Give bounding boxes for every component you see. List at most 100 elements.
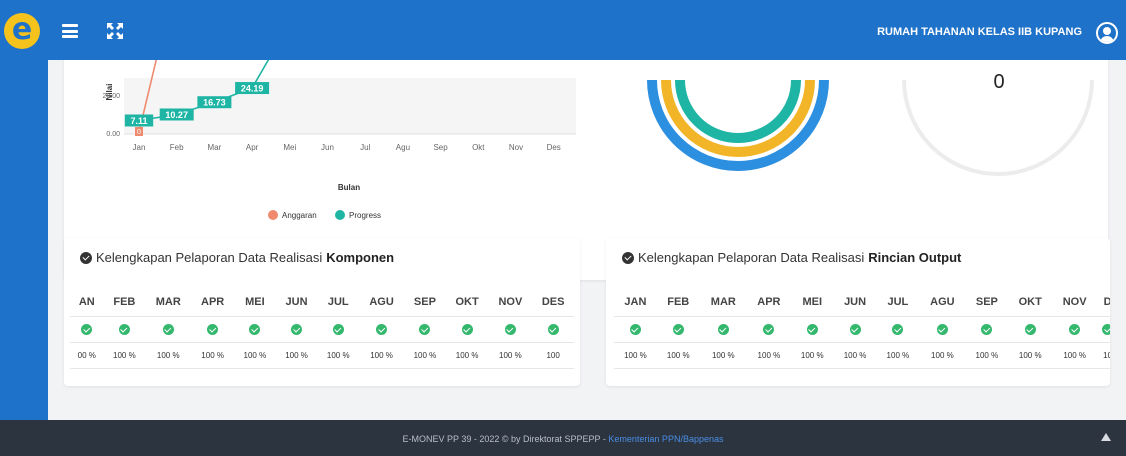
month-header: JUN (275, 288, 318, 317)
month-status-cell (317, 316, 360, 343)
main-content: Nilai 20.00 0.00 Jan Feb Mar Apr Mei Jun Jul Ag… (48, 60, 1126, 420)
month-percent-cell: 100 % (746, 342, 791, 369)
x-tick-label: Agu (396, 143, 410, 152)
month-percent-cell: 100 % (919, 342, 966, 369)
month-percent-cell: 100 % (876, 342, 920, 369)
month-percent-cell: 00 % (70, 342, 104, 369)
x-tick-label: Jun (321, 143, 334, 152)
month-header: APR (746, 288, 791, 317)
month-header: JUL (317, 288, 360, 317)
svg-text:7.11: 7.11 (130, 116, 147, 126)
svg-text:0: 0 (137, 129, 141, 136)
footer-ministry-link[interactable]: Kementerian PPN/Bappenas (608, 434, 723, 444)
fullscreen-toggle-icon[interactable] (106, 22, 124, 40)
month-status-cell (1008, 316, 1053, 343)
check-circle-icon (622, 251, 634, 264)
check-circle-icon (936, 323, 948, 335)
legend-swatch-anggaran (268, 210, 278, 220)
month-percent-cell: 100 % (1008, 342, 1053, 369)
month-header: JUN (833, 288, 877, 317)
check-circle-icon (892, 323, 904, 335)
x-tick-label: Mei (283, 143, 296, 152)
check-circle-icon (806, 323, 818, 335)
user-avatar-icon[interactable] (1096, 22, 1118, 44)
organization-name[interactable]: RUMAH TAHANAN KELAS IIB KUPANG (877, 26, 1082, 38)
rincian-output-completeness-card: Kelengkapan Pelaporan Data Realisasi Rin… (606, 238, 1110, 386)
month-percent-cell: 100 % (488, 342, 533, 369)
month-header: AN (70, 288, 104, 317)
legend-label-anggaran: Anggaran (282, 211, 317, 220)
anggaran-data-label: 0 (135, 127, 143, 136)
check-circle-icon (249, 323, 261, 335)
month-header: FEB (656, 288, 700, 317)
svg-text:16.73: 16.73 (203, 98, 226, 108)
month-percent-cell: 100 % (234, 342, 276, 369)
month-percent-cell: 100 % (699, 342, 747, 369)
month-header: APR (191, 288, 234, 317)
month-status-cell (234, 316, 276, 343)
plot-area (124, 78, 576, 134)
check-circle-icon (629, 323, 641, 335)
check-circle-icon (717, 323, 729, 335)
x-tick-label: Apr (246, 143, 259, 152)
rincian-card-title: Kelengkapan Pelaporan Data Realisasi Rin… (622, 250, 961, 265)
svg-text:24.19: 24.19 (241, 84, 264, 94)
month-percent-cell: 100 % (103, 342, 146, 369)
budget-donut-gauge (647, 79, 829, 171)
month-status-cell (145, 316, 192, 343)
month-percent-cell: 10 (1097, 342, 1110, 369)
top-navbar: e RUMAH TAHANAN KELAS IIB KUPANG (0, 0, 1126, 60)
check-circle-icon (81, 323, 93, 335)
x-tick-label: Okt (472, 143, 485, 152)
check-circle-icon (291, 323, 303, 335)
x-axis-label: Bulan (338, 183, 360, 192)
footer: E-MONEV PP 39 - 2022 © by Direktorat SPP… (0, 420, 1126, 456)
month-header: NOV (488, 288, 533, 317)
month-status-cell (488, 316, 533, 343)
month-percent-cell: 100 (532, 342, 574, 369)
month-status-cell (614, 316, 657, 343)
month-percent-cell: 100 % (191, 342, 234, 369)
scroll-to-top-icon[interactable] (1100, 432, 1112, 442)
app-logo[interactable]: e (4, 13, 40, 49)
check-circle-icon (376, 323, 388, 335)
right-gauge: 0 (902, 71, 1094, 176)
month-header: OKT (1008, 288, 1053, 317)
hamburger-menu-icon[interactable] (62, 24, 78, 38)
check-circle-icon (1069, 323, 1081, 335)
x-tick-label: Jan (133, 143, 146, 152)
month-header: AGU (359, 288, 405, 317)
month-status-cell (790, 316, 834, 343)
month-status-cell (1097, 316, 1110, 343)
month-header: SEP (965, 288, 1009, 317)
month-header: MEI (790, 288, 834, 317)
month-percent-cell: 100 % (445, 342, 489, 369)
month-percent-cell: 100 % (275, 342, 318, 369)
month-status-cell (70, 316, 104, 343)
x-tick-label: Sep (433, 143, 448, 152)
month-percent-cell: 100 % (614, 342, 657, 369)
check-circle-icon (80, 251, 92, 264)
month-status-cell (532, 316, 574, 343)
month-percent-cell: 100 % (1052, 342, 1098, 369)
month-percent-cell: 100 % (656, 342, 700, 369)
month-status-cell (275, 316, 318, 343)
check-circle-icon (504, 323, 516, 335)
komponen-card-title: Kelengkapan Pelaporan Data Realisasi Kom… (80, 250, 394, 265)
progress-data-label: 16.73 (197, 96, 232, 109)
month-percent-cell: 100 % (145, 342, 192, 369)
month-header: MEI (234, 288, 276, 317)
month-status-cell (191, 316, 234, 343)
month-header: JUL (876, 288, 920, 317)
legend-swatch-progress (335, 210, 345, 220)
month-percent-cell: 100 % (790, 342, 834, 369)
komponen-month-table: AN FEB MAR APR MEI JUN JUL AGU SEP OKT NOV DES 00 %… (70, 288, 574, 369)
svg-text:10.27: 10.27 (165, 110, 188, 120)
month-header: SEP (404, 288, 446, 317)
progress-data-label: 7.11 (124, 114, 154, 127)
y-tick-label: 0.00 (106, 131, 120, 138)
footer-copyright: E-MONEV PP 39 - 2022 © by Direktorat SPP… (402, 434, 724, 444)
month-percent-cell: 100 % (965, 342, 1009, 369)
month-status-cell (919, 316, 966, 343)
check-circle-icon (461, 323, 473, 335)
